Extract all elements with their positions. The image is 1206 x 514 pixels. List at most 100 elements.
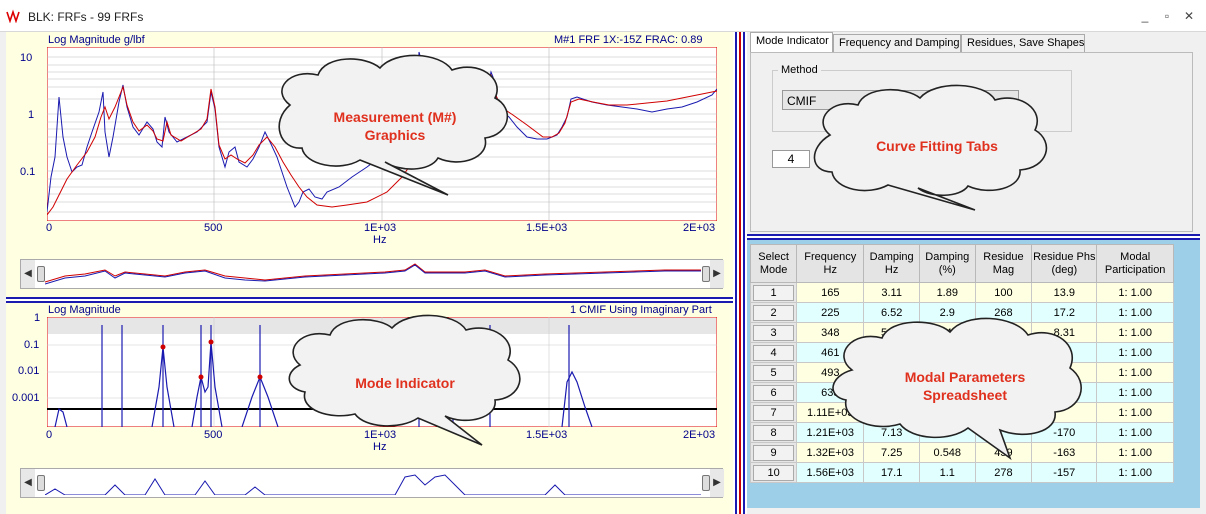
tab-mode-indicator[interactable]: Mode Indicator <box>750 32 833 52</box>
column-header[interactable]: Frequency Hz <box>796 244 865 283</box>
select-mode-button[interactable]: 1 <box>753 284 795 301</box>
table-cell[interactable]: 1.1 <box>918 462 976 483</box>
table-row[interactable]: 10 1.56E+03 17.1 1.1 278 -157 1: 1.00 <box>749 462 1174 483</box>
select-mode-cell[interactable]: 9 <box>749 442 798 463</box>
table-cell[interactable] <box>918 342 976 363</box>
table-cell[interactable]: 268 <box>974 302 1033 323</box>
maximize-button[interactable]: ▫ <box>1158 8 1176 24</box>
select-mode-button[interactable]: 8 <box>753 424 795 441</box>
table-cell[interactable] <box>1031 342 1098 363</box>
table-cell[interactable]: 459 <box>974 442 1033 463</box>
table-cell[interactable]: 1.32E+03 <box>796 442 865 463</box>
modal-parameters-spreadsheet[interactable]: Select Mode Frequency Hz Damping Hz Damping… <box>749 244 1174 483</box>
table-cell[interactable] <box>863 402 920 423</box>
table-cell[interactable]: 461 <box>796 342 865 363</box>
table-cell[interactable]: 7.13 <box>863 422 920 443</box>
tab-residues-save-shapes[interactable]: Residues, Save Shapes <box>961 34 1085 52</box>
scroll-left-thumb[interactable] <box>37 475 45 491</box>
table-cell[interactable]: 5.16 <box>863 322 920 343</box>
scroll-right-thumb[interactable] <box>702 475 710 491</box>
scroll-left-thumb[interactable] <box>37 266 45 282</box>
select-mode-button[interactable]: 9 <box>753 444 795 461</box>
table-cell[interactable]: 17.2 <box>1031 302 1098 323</box>
table-cell[interactable]: 11.5 <box>863 342 920 363</box>
table-cell[interactable]: 348 <box>796 322 865 343</box>
select-mode-button[interactable]: 6 <box>753 384 795 401</box>
table-cell[interactable]: 3.11 <box>863 282 920 303</box>
column-header[interactable]: Modal Participation <box>1096 244 1174 283</box>
table-cell[interactable]: 0.548 <box>918 442 976 463</box>
table-cell[interactable]: 165 <box>796 282 865 303</box>
cmif-overview-scroller[interactable]: ◀ ▶ <box>20 468 724 498</box>
table-row[interactable]: 2 225 6.52 2.9 268 17.2 1: 1.00 <box>749 302 1174 323</box>
mode-count-field[interactable]: 4 <box>772 150 810 168</box>
table-cell[interactable]: 100 <box>974 282 1033 303</box>
frf-graph-panel[interactable]: Log Magnitude g/lbf M#1 FRF 1X:-15Z FRAC… <box>6 32 733 297</box>
table-cell[interactable] <box>918 422 976 443</box>
select-mode-cell[interactable]: 4 <box>749 342 798 363</box>
table-cell[interactable]: 1.11E+03 <box>796 402 865 423</box>
scroll-left-arrow[interactable]: ◀ <box>21 260 35 288</box>
table-cell[interactable] <box>974 402 1033 423</box>
table-cell[interactable]: 7.25 <box>863 442 920 463</box>
select-mode-button[interactable]: 2 <box>753 304 795 321</box>
vertical-splitter[interactable] <box>733 32 747 514</box>
select-mode-button[interactable]: 3 <box>753 324 795 341</box>
scroll-left-arrow[interactable]: ◀ <box>21 469 35 497</box>
table-cell[interactable]: 1: 1.00 <box>1096 442 1174 463</box>
table-cell[interactable]: 56.8 <box>974 322 1033 343</box>
table-cell[interactable]: 17.1 <box>863 462 920 483</box>
table-cell[interactable]: 493 <box>796 362 865 383</box>
close-button[interactable]: ✕ <box>1180 8 1198 24</box>
table-cell[interactable]: 1: 1.00 <box>1096 422 1174 443</box>
table-cell[interactable]: -157 <box>1031 462 1098 483</box>
select-mode-cell[interactable]: 10 <box>749 462 798 483</box>
frf-overview-scroller[interactable]: ◀ ▶ <box>20 259 724 289</box>
table-row[interactable]: 1 165 3.11 1.89 100 13.9 1: 1.00 <box>749 282 1174 303</box>
table-row[interactable]: 9 1.32E+03 7.25 0.548 459 -163 1: 1.00 <box>749 442 1174 463</box>
scroll-right-thumb[interactable] <box>702 266 710 282</box>
select-mode-cell[interactable]: 7 <box>749 402 798 423</box>
select-mode-cell[interactable]: 3 <box>749 322 798 343</box>
table-row[interactable]: 7 1.11E+03 1: 1.00 <box>749 402 1174 423</box>
table-cell[interactable] <box>1031 402 1098 423</box>
table-cell[interactable]: 1.89 <box>918 282 976 303</box>
column-header[interactable]: Residue Phs (deg) <box>1031 244 1098 283</box>
column-header[interactable]: Damping (%) <box>918 244 976 283</box>
column-header[interactable]: Select Mode <box>749 244 798 283</box>
select-mode-cell[interactable]: 8 <box>749 422 798 443</box>
scroll-right-arrow[interactable]: ▶ <box>710 469 724 497</box>
table-cell[interactable]: 6.52 <box>863 302 920 323</box>
table-cell[interactable] <box>974 422 1033 443</box>
select-mode-button[interactable]: 10 <box>753 464 795 481</box>
table-row[interactable]: 3 348 5.16 1.48 56.8 8.31 1: 1.00 <box>749 322 1174 343</box>
table-cell[interactable]: 1.56E+03 <box>796 462 865 483</box>
table-cell[interactable]: 1: 1.00 <box>1096 282 1174 303</box>
column-header[interactable]: Damping Hz <box>863 244 920 283</box>
table-cell[interactable] <box>918 402 976 423</box>
table-row[interactable]: 4 461 11.5 1: 1.00 <box>749 342 1174 363</box>
table-cell[interactable]: -163 <box>1031 442 1098 463</box>
select-mode-button[interactable]: 5 <box>753 364 795 381</box>
select-mode-button[interactable]: 4 <box>753 344 795 361</box>
column-header[interactable]: Residue Mag <box>974 244 1033 283</box>
table-cell[interactable]: 635 <box>796 382 865 403</box>
table-cell[interactable]: 1: 1.00 <box>1096 362 1174 383</box>
scroll-right-arrow[interactable]: ▶ <box>710 260 724 288</box>
table-row[interactable]: 8 1.21E+03 7.13 -170 1: 1.00 <box>749 422 1174 443</box>
table-cell[interactable]: 2.9 <box>918 302 976 323</box>
cmif-plot[interactable] <box>47 317 717 427</box>
select-mode-cell[interactable]: 2 <box>749 302 798 323</box>
select-mode-cell[interactable]: 6 <box>749 382 798 403</box>
table-cell[interactable]: 1.21E+03 <box>796 422 865 443</box>
table-cell[interactable]: 225 <box>796 302 865 323</box>
select-mode-button[interactable]: 7 <box>753 404 795 421</box>
select-mode-cell[interactable]: 5 <box>749 362 798 383</box>
table-cell[interactable]: 1: 1.00 <box>1096 402 1174 423</box>
table-cell[interactable]: 1: 1.00 <box>1096 342 1174 363</box>
method-select[interactable]: CMIF ⌄ <box>782 90 1019 110</box>
cmif-graph-panel[interactable]: Log Magnitude 1 CMIF Using Imaginary Par… <box>6 303 733 514</box>
table-cell[interactable]: 1: 1.00 <box>1096 462 1174 483</box>
table-cell[interactable]: 1: 1.00 <box>1096 302 1174 323</box>
tab-frequency-and-damping[interactable]: Frequency and Damping <box>833 34 961 52</box>
